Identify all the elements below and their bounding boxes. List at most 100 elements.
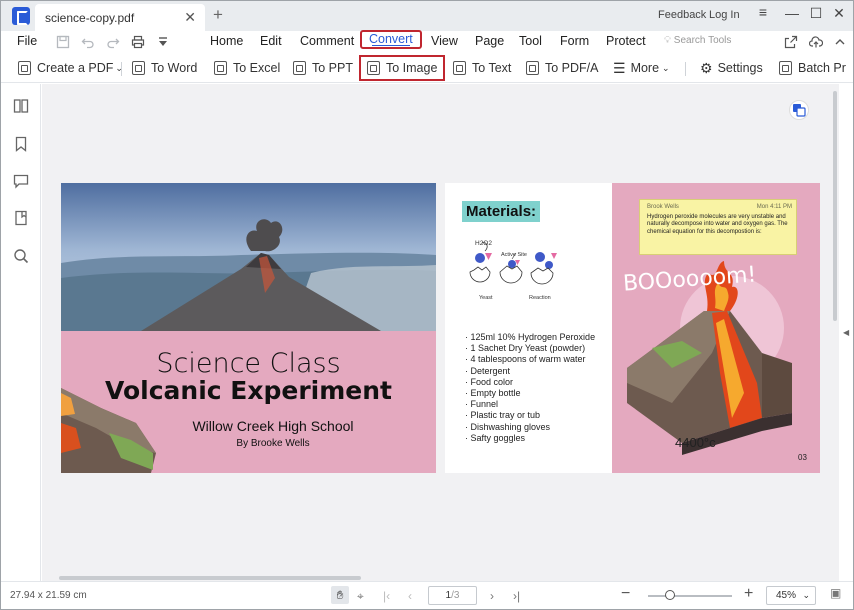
new-tab-plus-icon[interactable]: + [213,5,223,25]
zoom-level-select[interactable]: 45% ⌄ [766,586,816,605]
materials-heading: Materials: [462,201,541,222]
expand-right-panel-arrow-icon[interactable]: ◀ [843,328,849,337]
vertical-scrollbar[interactable] [833,91,837,321]
to-excel-button[interactable]: To Excel [214,59,280,77]
minimize-icon[interactable]: — [782,5,802,21]
volcano-photo [61,183,436,331]
to-word-button[interactable]: To Word [132,59,197,77]
undo-icon[interactable] [81,35,95,49]
more-list-icon: ☰ [613,59,626,76]
menu-edit[interactable]: Edit [260,34,282,48]
menu-comment[interactable]: Comment [300,34,354,48]
document-tab-label: science-copy.pdf [45,11,135,25]
more-label: More [630,61,660,75]
diagram-label-yeast: Yeast [479,295,493,301]
search-tools-field[interactable]: 💡︎ Search Tools [664,35,731,46]
cloud-upload-icon[interactable] [809,35,823,49]
menu-tool[interactable]: Tool [519,34,542,48]
login-link[interactable]: Log In [709,9,740,21]
left-sidebar [1,84,41,581]
redo-icon[interactable] [106,35,120,49]
page-dimensions: 27.94 x 21.59 cm [10,590,87,601]
create-pdf-label: Create a PDF [37,61,114,75]
to-pdfa-label: To PDF/A [545,61,599,75]
to-pdfa-button[interactable]: To PDF/A [526,59,599,77]
more-button[interactable]: ☰ More ⌄ [613,59,670,77]
hand-tool-icon[interactable]: ✋︎ [331,586,349,604]
maximize-icon[interactable]: ☐ [806,5,826,22]
total-pages-value: /3 [451,590,460,601]
zoom-in-icon[interactable]: + [744,585,753,603]
settings-label: Settings [717,61,763,75]
translate-icon[interactable] [789,100,809,120]
batch-icon [779,61,792,75]
list-item: 125ml 10% Hydrogen Peroxide [465,332,596,343]
page-number-input[interactable]: 1/3 [428,586,477,605]
close-window-icon[interactable]: ✕ [829,5,849,22]
close-tab-icon[interactable]: ✕ [184,9,196,26]
pdf-page-materials: Materials: H2O2 Active Site Yeast Reacti… [445,183,820,473]
menu-view[interactable]: View [431,34,458,48]
menu-page[interactable]: Page [475,34,504,48]
list-item: Safty goggles [465,433,595,444]
document-tab[interactable]: science-copy.pdf ✕ [35,4,205,31]
menu-convert[interactable]: Convert [360,30,422,49]
status-bar: 27.94 x 21.59 cm ✋︎ ⌖ |‹ ‹ 1/3 › ›| − + … [1,581,853,609]
menu-home[interactable]: Home [210,34,243,48]
select-cursor-icon[interactable]: ⌖ [357,589,364,604]
zoom-out-icon[interactable]: − [621,585,630,603]
page-number: 03 [798,453,807,462]
menu-form[interactable]: Form [560,34,589,48]
menu-hamburger-icon[interactable]: ≡ [753,4,773,20]
last-page-icon[interactable]: ›| [513,589,520,603]
to-text-button[interactable]: To Text [453,59,511,77]
search-icon[interactable] [13,248,29,264]
to-image-button[interactable]: To Image [358,55,446,81]
horizontal-scrollbar[interactable] [59,576,361,580]
create-pdf-icon [18,61,31,75]
to-image-label: To Image [386,61,438,75]
create-pdf-button[interactable]: Create a PDF ⌄ [18,59,123,77]
next-page-icon[interactable]: › [490,589,494,603]
customize-dropdown-icon[interactable] [156,35,170,49]
first-page-icon[interactable]: |‹ [383,589,390,603]
search-tools-placeholder: Search Tools [673,35,732,46]
zoom-slider-track[interactable] [648,595,732,597]
menu-protect[interactable]: Protect [606,34,646,48]
zoom-level-value: 45% [776,590,797,601]
app-logo-icon [12,7,30,25]
word-file-icon [132,61,145,75]
comment-icon[interactable] [13,173,29,189]
print-icon[interactable] [131,35,145,49]
batch-process-button[interactable]: Batch Pr [779,59,846,77]
save-icon[interactable] [56,35,70,49]
chevron-down-icon: ⌄ [802,590,810,600]
cover-byline: By Brooke Wells [236,438,310,449]
panel-layout-icon[interactable]: ▣ [830,586,841,600]
cover-title-line1: Science Class [156,348,341,379]
pdf-page-cover: Science Class Volcanic Experiment Willow… [61,183,436,473]
thumbnails-icon[interactable] [13,98,29,114]
menu-file[interactable]: File [17,34,37,48]
sticky-note-comment[interactable]: Brook Wells Mon 4:11 PM Hydrogen peroxid… [639,199,797,255]
previous-page-icon[interactable]: ‹ [408,589,412,603]
to-ppt-button[interactable]: To PPT [293,59,353,77]
collapse-ribbon-icon[interactable] [833,35,847,49]
zoom-slider-handle[interactable] [665,590,675,600]
menu-bar: File Home Edit Comment Convert View Page… [1,30,853,53]
bookmark-icon[interactable] [13,136,29,152]
share-icon[interactable] [784,35,798,49]
to-ppt-label: To PPT [312,61,353,75]
feedback-link[interactable]: Feedback [658,9,706,21]
diagram-label-reaction: Reaction [529,295,551,301]
diagram-label-active-site: Active Site [501,252,527,258]
list-item: 1 Sachet Dry Yeast (powder) [465,343,595,354]
excel-file-icon [214,61,227,75]
temperature-label: 4400°c [675,435,716,450]
cover-school-name: Willow Creek High School [192,418,354,434]
chevron-down-icon: ⌄ [662,62,670,73]
attachment-page-icon[interactable] [13,210,29,226]
settings-button[interactable]: ⚙ Settings [700,59,763,77]
list-item: Food color [465,377,595,388]
text-file-icon [453,61,466,75]
